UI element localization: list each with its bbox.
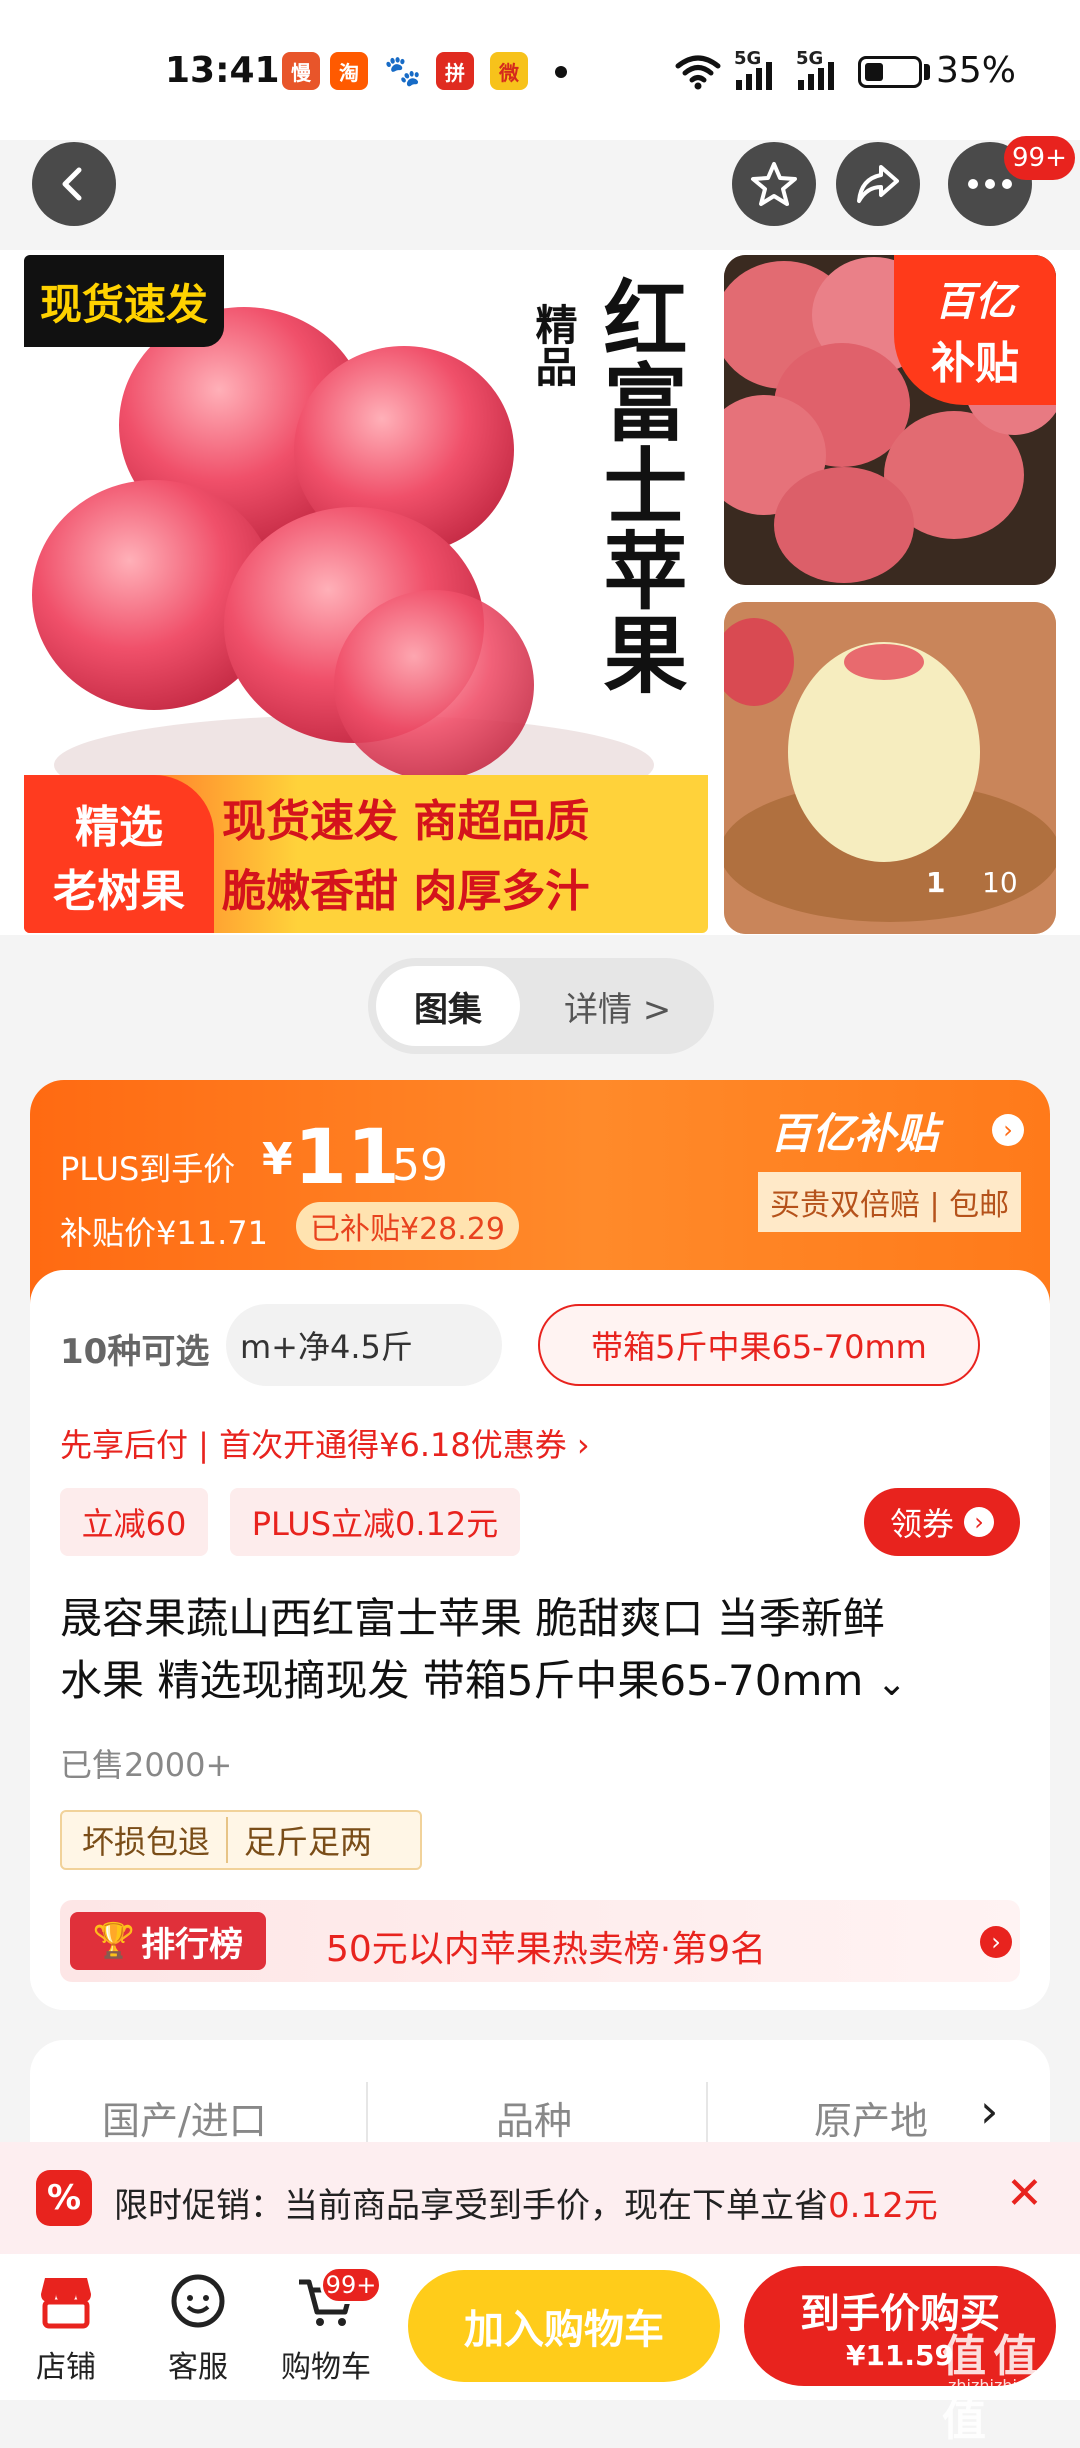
page-current: 1 (926, 866, 946, 899)
thumbnail-2[interactable]: 1 10 (724, 602, 1056, 934)
banner-line-2: 脆嫩香甜 肉厚多汁 (222, 866, 590, 917)
baidu-paw-icon: 🐾 (384, 52, 422, 90)
spec-origin-type: 国产/进口 (102, 2099, 267, 2143)
spec-origin: 原产地 (814, 2099, 929, 2143)
subsidy-badge: 百亿 补贴 (894, 255, 1056, 405)
shop-icon (41, 2278, 91, 2329)
sold-count: 已售2000+ (60, 1746, 233, 1784)
product-title[interactable]: 晟容果蔬山西红富士苹果 脆甜爽口 当季新鲜 水果 精选现摘现发 带箱5斤中果65… (60, 1588, 1030, 1715)
chevron-right-icon: › (964, 1507, 994, 1537)
wifi-icon (675, 55, 721, 90)
main-product-image[interactable]: 现货速发 精品 红富士苹果 精选 老树果 现货速发 商超品质 脆嫩香甜 肉厚多汁 (24, 255, 708, 933)
premium-label: 精品 (529, 303, 578, 387)
app-notification-icon-2: 拼 (436, 52, 474, 90)
subsidy-price: 补贴价¥11.71 (60, 1214, 268, 1252)
trophy-icon: 🏆 (92, 1921, 136, 1961)
in-stock-tag: 现货速发 (24, 255, 224, 347)
discount-tag-plus: PLUS立减0.12元 (230, 1488, 520, 1556)
subsidized-amount: 已补贴¥28.29 (296, 1202, 519, 1250)
app-notification-icon: 慢 (282, 52, 320, 90)
weibo-icon: 微 (490, 52, 528, 90)
spec-variety: 品种 (496, 2099, 573, 2143)
promotion-bar[interactable]: % 限时促销：当前商品享受到手价，现在下单立省0.12元 ✕ (0, 2142, 1080, 2254)
thumbnail-1[interactable]: 百亿 补贴 (724, 255, 1056, 585)
chevron-right-icon[interactable]: › (992, 1114, 1024, 1146)
subsidy-brand[interactable]: 百亿补贴 (770, 1100, 938, 1161)
gallery-details-toggle[interactable]: 图集 详情 > (368, 958, 714, 1054)
chevron-left-icon (62, 167, 82, 201)
product-name-vertical: 红富士苹果 (590, 275, 688, 695)
share-button[interactable] (836, 142, 920, 226)
chevron-right-icon: › (980, 1926, 1012, 1958)
percent-icon: % (36, 2170, 92, 2226)
add-to-cart-button[interactable]: 加入购物车 (408, 2270, 720, 2382)
back-button[interactable] (32, 142, 116, 226)
close-icon[interactable]: ✕ (1006, 2168, 1043, 2219)
guarantee-badge: 买贵双倍赔 | 包邮 (758, 1172, 1022, 1232)
plus-price-label: PLUS到手价 (60, 1150, 236, 1188)
signal-icon-1 (736, 62, 772, 90)
pay-later-promo[interactable]: 先享后付 | 首次开通得¥6.18优惠券 › (60, 1420, 590, 1466)
old-tree-badge: 精选 老树果 (24, 775, 214, 933)
more-notifications-dot (555, 66, 567, 78)
message-badge: 99+ (1004, 136, 1075, 180)
tab-gallery[interactable]: 图集 (376, 966, 520, 1046)
product-info-card: PLUS到手价 ¥ 11 .59 补贴价¥11.71 已补贴¥28.29 百亿补… (30, 1080, 1050, 2010)
status-bar: 13:41 慢 淘 🐾 拼 微 5G 5G 35% (0, 0, 1080, 140)
get-coupon-button[interactable]: 领券 › (864, 1488, 1020, 1556)
option-chip-selected[interactable]: 带箱5斤中果65-70mm (538, 1304, 980, 1386)
page-total: 10 (982, 866, 1018, 899)
smile-chat-icon (171, 2274, 225, 2328)
tab-details[interactable]: 详情 > (564, 982, 671, 1031)
service-tags[interactable]: 坏损包退 足斤足两 (60, 1810, 422, 1870)
status-time: 13:41 (165, 50, 280, 91)
customer-service-button[interactable]: 客服 (160, 2272, 236, 2386)
cart-count-badge: 99+ (320, 2266, 382, 2304)
chevron-right-icon[interactable]: › (980, 2084, 998, 2138)
battery-icon (858, 56, 922, 88)
ranking-text: 50元以内苹果热卖榜·第9名 (326, 1929, 767, 1970)
ranking-badge: 🏆 排行榜 (70, 1912, 266, 1970)
price-decimal: .59 (378, 1140, 448, 1191)
option-chip-1[interactable]: m+净4.5斤 (226, 1304, 502, 1386)
battery-percent: 35% (936, 50, 1017, 91)
discount-tag-1: 立减60 (60, 1488, 208, 1556)
taobao-notification-icon: 淘 (330, 52, 368, 90)
currency-symbol: ¥ (262, 1134, 293, 1185)
star-icon (751, 162, 797, 206)
signal-icon-2 (798, 62, 834, 90)
more-dots-icon (968, 179, 1012, 189)
promotion-text: 限时促销：当前商品享受到手价，现在下单立省0.12元 (114, 2186, 938, 2226)
option-count[interactable]: 10种可选 (60, 1324, 220, 1373)
shop-button[interactable]: 店铺 (28, 2272, 104, 2386)
favorite-button[interactable] (732, 142, 816, 226)
share-icon (857, 165, 899, 203)
banner-line-1: 现货速发 商超品质 (222, 796, 590, 847)
ranking-row[interactable]: 🏆 排行榜 50元以内苹果热卖榜·第9名 › (60, 1900, 1020, 1982)
expand-chevron-icon[interactable]: ⌄ (877, 1663, 907, 1704)
watermark-url: zhizhizhi.com (948, 2376, 1057, 2395)
